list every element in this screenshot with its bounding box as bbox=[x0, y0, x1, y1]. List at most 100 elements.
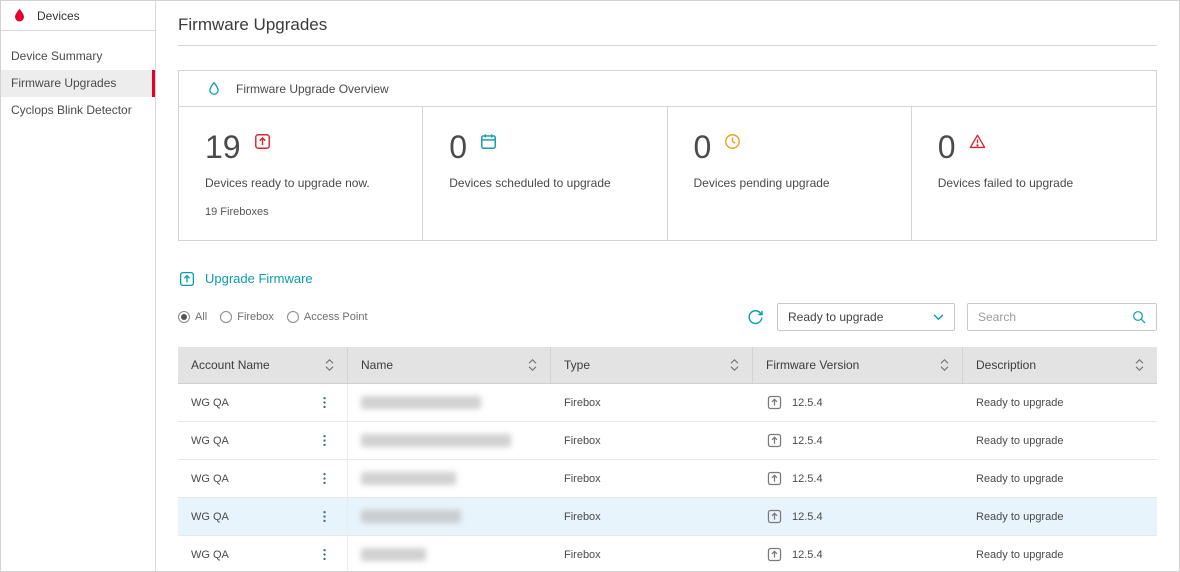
radio-access-point[interactable]: Access Point bbox=[287, 311, 368, 323]
radio-label: Access Point bbox=[304, 311, 368, 323]
description-cell: Ready to upgrade bbox=[963, 536, 1157, 571]
sidebar-nav: Device Summary Firmware Upgrades Cyclops… bbox=[1, 31, 155, 124]
sort-icon bbox=[1135, 358, 1144, 372]
description-cell: Ready to upgrade bbox=[963, 422, 1157, 459]
type-cell: Firebox bbox=[551, 460, 753, 497]
type-cell: Firebox bbox=[551, 384, 753, 421]
description-cell: Ready to upgrade bbox=[963, 384, 1157, 421]
row-actions-button[interactable] bbox=[315, 431, 334, 450]
upgrade-icon bbox=[766, 470, 783, 487]
redacted-device-name bbox=[361, 434, 511, 447]
search-input[interactable] bbox=[978, 310, 1131, 324]
account-name-cell: WG QA bbox=[178, 384, 348, 421]
radio-label: All bbox=[195, 311, 207, 323]
column-header-name[interactable]: Name bbox=[348, 347, 551, 383]
stat-ready-to-upgrade: 19 Devices ready to upgrade now. 19 Fire… bbox=[179, 107, 423, 240]
calendar-icon bbox=[479, 132, 498, 151]
column-label: Description bbox=[976, 358, 1036, 372]
redacted-device-name bbox=[361, 472, 456, 485]
overview-card-header: Firmware Upgrade Overview bbox=[179, 71, 1156, 107]
column-header-type[interactable]: Type bbox=[551, 347, 753, 383]
account-name: WG QA bbox=[191, 549, 229, 561]
description-cell: Ready to upgrade bbox=[963, 498, 1157, 535]
column-label: Firmware Version bbox=[766, 358, 859, 372]
firmware-version: 12.5.4 bbox=[792, 397, 823, 409]
stat-pending-upgrade: 0 Devices pending upgrade bbox=[668, 107, 912, 240]
sort-icon bbox=[528, 358, 537, 372]
row-actions-button[interactable] bbox=[315, 393, 334, 412]
column-header-description[interactable]: Description bbox=[963, 347, 1157, 383]
upgrade-firmware-button[interactable]: Upgrade Firmware bbox=[178, 269, 313, 288]
kebab-icon bbox=[317, 547, 332, 562]
sidebar-item-cyclops-blink-detector[interactable]: Cyclops Blink Detector bbox=[1, 97, 155, 124]
sidebar-item-label: Firmware Upgrades bbox=[11, 76, 116, 90]
table-row[interactable]: WG QA Firebox 12.5.4 Ready to upgrade bbox=[178, 384, 1157, 422]
stat-value: 0 bbox=[449, 131, 467, 163]
redacted-device-name bbox=[361, 510, 461, 523]
sidebar-item-label: Device Summary bbox=[11, 49, 102, 63]
radio-dot bbox=[220, 311, 232, 323]
table-header: Account Name Name Type Firmware Version … bbox=[178, 347, 1157, 384]
account-name: WG QA bbox=[191, 435, 229, 447]
type-cell: Firebox bbox=[551, 498, 753, 535]
table-row[interactable]: WG QA Firebox 12.5.4 Ready to upgrade bbox=[178, 536, 1157, 571]
filter-row: All Firebox Access Point Ready to upgrad… bbox=[178, 303, 1157, 331]
row-actions-button[interactable] bbox=[315, 507, 334, 526]
firmware-version-cell: 12.5.4 bbox=[753, 536, 963, 571]
device-name-cell bbox=[348, 498, 551, 535]
description-cell: Ready to upgrade bbox=[963, 460, 1157, 497]
firmware-upgrade-overview-card: Firmware Upgrade Overview 19 Devices rea… bbox=[178, 70, 1157, 241]
refresh-icon bbox=[746, 308, 765, 327]
account-name-cell: WG QA bbox=[178, 422, 348, 459]
upgrade-icon bbox=[766, 508, 783, 525]
sort-icon bbox=[940, 358, 949, 372]
stat-value: 0 bbox=[694, 131, 712, 163]
status-filter-dropdown[interactable]: Ready to upgrade bbox=[777, 303, 955, 331]
account-name: WG QA bbox=[191, 511, 229, 523]
sidebar-item-firmware-upgrades[interactable]: Firmware Upgrades bbox=[1, 70, 155, 97]
device-type-radio-group: All Firebox Access Point bbox=[178, 311, 368, 323]
table-row[interactable]: WG QA Firebox 12.5.4 Ready to upgrade bbox=[178, 498, 1157, 536]
search-icon[interactable] bbox=[1131, 309, 1147, 325]
row-actions-button[interactable] bbox=[315, 469, 334, 488]
account-name-cell: WG QA bbox=[178, 536, 348, 571]
page-title: Firmware Upgrades bbox=[178, 15, 1157, 46]
table-row[interactable]: WG QA Firebox 12.5.4 Ready to upgrade bbox=[178, 422, 1157, 460]
account-name: WG QA bbox=[191, 397, 229, 409]
column-header-firmware-version[interactable]: Firmware Version bbox=[753, 347, 963, 383]
column-label: Account Name bbox=[191, 358, 270, 372]
sidebar-header-devices[interactable]: Devices bbox=[1, 1, 155, 31]
firmware-version: 12.5.4 bbox=[792, 511, 823, 523]
refresh-button[interactable] bbox=[746, 308, 765, 327]
sidebar-item-device-summary[interactable]: Device Summary bbox=[1, 43, 155, 70]
firmware-version-cell: 12.5.4 bbox=[753, 460, 963, 497]
stat-label: Devices scheduled to upgrade bbox=[449, 176, 640, 190]
upgrade-firmware-label: Upgrade Firmware bbox=[205, 271, 313, 286]
stat-failed-to-upgrade: 0 Devices failed to upgrade bbox=[912, 107, 1156, 240]
warning-triangle-icon bbox=[968, 132, 987, 151]
stat-label: Devices failed to upgrade bbox=[938, 176, 1130, 190]
device-name-cell bbox=[348, 422, 551, 459]
firmware-version: 12.5.4 bbox=[792, 435, 823, 447]
table-row[interactable]: WG QA Firebox 12.5.4 Ready to upgrade bbox=[178, 460, 1157, 498]
sidebar: Devices Device Summary Firmware Upgrades… bbox=[1, 1, 156, 571]
radio-firebox[interactable]: Firebox bbox=[220, 311, 274, 323]
devices-table: Account Name Name Type Firmware Version … bbox=[178, 347, 1157, 571]
kebab-icon bbox=[317, 433, 332, 448]
sidebar-header-label: Devices bbox=[37, 9, 80, 23]
stat-value: 19 bbox=[205, 131, 241, 163]
radio-all[interactable]: All bbox=[178, 311, 207, 323]
column-label: Name bbox=[361, 358, 393, 372]
row-actions-button[interactable] bbox=[315, 545, 334, 564]
upgrade-icon bbox=[766, 546, 783, 563]
radio-dot bbox=[287, 311, 299, 323]
stat-label: Devices ready to upgrade now. bbox=[205, 176, 396, 190]
account-name-cell: WG QA bbox=[178, 498, 348, 535]
device-name-cell bbox=[348, 536, 551, 571]
stat-sublabel: 19 Fireboxes bbox=[205, 206, 396, 218]
clock-icon bbox=[723, 132, 742, 151]
sort-icon bbox=[325, 358, 334, 372]
upgrade-icon bbox=[766, 432, 783, 449]
column-header-account-name[interactable]: Account Name bbox=[178, 347, 348, 383]
account-name-cell: WG QA bbox=[178, 460, 348, 497]
